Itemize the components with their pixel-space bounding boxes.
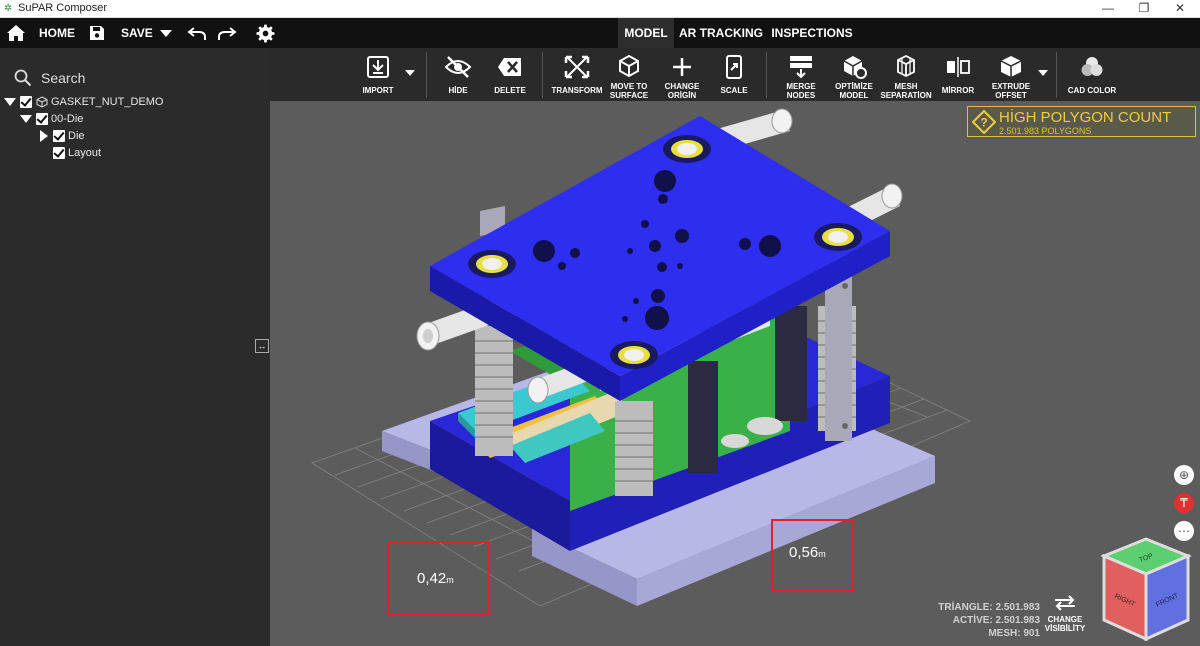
delete-icon [498, 58, 521, 76]
cad-color-icon [1081, 57, 1103, 76]
scale-button[interactable]: SCALE [712, 48, 756, 101]
hide-icon [444, 56, 472, 78]
panel-resize-handle-icon[interactable]: ↔ [255, 339, 269, 353]
mesh-count: MESH: 901 [988, 628, 1040, 639]
measurement-unit: m [818, 549, 826, 559]
measurement-label-width[interactable]: 0,42m [387, 541, 489, 616]
undo-icon[interactable] [187, 25, 207, 41]
merge-nodes-button[interactable]: MERGE NODES [778, 48, 824, 101]
scene-tree-panel: Search GASKET_NUT_DEMO 00-Die Die Layout [0, 48, 270, 646]
mirror-icon [947, 57, 970, 77]
tab-inspections[interactable]: INSPECTIONS [768, 18, 856, 48]
move-to-surface-icon [619, 54, 639, 78]
scale-icon [726, 55, 742, 79]
pin-button[interactable]: ₸ [1174, 493, 1194, 513]
visibility-checkbox[interactable] [53, 130, 65, 142]
window-title: SuPAR Composer [18, 2, 108, 14]
high-polygon-warning: ? HİGH POLYGON COUNT 2.501.983 POLYGONS [967, 106, 1196, 137]
toolbar-divider [766, 52, 767, 98]
home-icon[interactable] [6, 24, 26, 42]
window-titlebar: ✲ SuPAR Composer — ❐ ✕ [0, 0, 1200, 18]
tree-item-00-die[interactable]: 00-Die [20, 111, 260, 127]
change-visibility-button[interactable]: CHANGE VİSİBİLİTY [1043, 593, 1087, 633]
warning-diamond-icon: ? [972, 110, 996, 134]
toolbar-divider [1056, 52, 1057, 98]
measurement-label-depth[interactable]: 0,56m [771, 519, 854, 592]
delete-button[interactable]: DELETE [488, 48, 532, 101]
home-button[interactable]: HOME [39, 18, 75, 48]
measurement-value: 0,42 [417, 570, 447, 587]
active-count: ACTİVE: 2.501.983 [952, 615, 1040, 626]
search-label: Search [41, 70, 86, 86]
expand-arrow-icon[interactable] [4, 98, 16, 106]
visibility-checkbox[interactable] [20, 96, 32, 108]
search-icon [14, 69, 32, 87]
3d-viewport[interactable]: ? HİGH POLYGON COUNT 2.501.983 POLYGONS … [270, 101, 1200, 646]
tree-item-label: Layout [68, 147, 102, 159]
optimize-model-button[interactable]: OPTİMİZE MODEL [830, 48, 878, 101]
save-icon[interactable] [89, 25, 105, 41]
warning-subtitle: 2.501.983 POLYGONS [999, 126, 1092, 136]
visibility-checkbox[interactable] [53, 147, 65, 159]
expand-arrow-icon[interactable] [20, 115, 32, 123]
model-toolbar: IMPORT HİDE DELETE TRANSFORM MOVE TO SUR… [270, 48, 1200, 101]
close-button[interactable]: ✕ [1160, 0, 1200, 18]
tree-item-label: GASKET_NUT_DEMO [51, 96, 164, 108]
redo-icon[interactable] [217, 25, 237, 41]
import-dropdown-icon[interactable] [405, 70, 415, 76]
restore-button[interactable]: ❐ [1124, 0, 1164, 18]
measurement-unit: m [446, 575, 454, 585]
tab-ar-tracking[interactable]: AR TRACKING [678, 18, 764, 48]
collapse-arrow-icon[interactable] [40, 130, 48, 142]
tree-item-gasket-nut-demo[interactable]: GASKET_NUT_DEMO [4, 94, 264, 110]
app-logo-icon: ✲ [4, 3, 13, 14]
merge-nodes-icon [790, 56, 812, 79]
tree-item-die[interactable]: Die [38, 128, 258, 144]
extrude-dropdown-icon[interactable] [1038, 70, 1048, 76]
tree-item-label: Die [68, 130, 85, 142]
triangle-count: TRİANGLE: 2.501.983 [938, 602, 1040, 613]
app-topbar: HOME SAVE MODEL AR TRACKING INSPECTIONS [0, 18, 1200, 48]
change-origin-icon [673, 58, 691, 76]
settings-gear-icon[interactable] [256, 24, 275, 43]
mesh-statistics: TRİANGLE: 2.501.983 ACTİVE: 2.501.983 ME… [938, 601, 1040, 640]
cad-color-button[interactable]: CAD COLOR [1064, 48, 1120, 101]
toolbar-divider [426, 52, 427, 98]
hide-button[interactable]: HİDE [436, 48, 480, 101]
mirror-button[interactable]: MİRROR [936, 48, 980, 101]
extrude-offset-button[interactable]: EXTRUDE OFFSET [988, 48, 1034, 101]
save-button[interactable]: SAVE [121, 18, 153, 48]
globe-view-button[interactable]: ⊕ [1174, 465, 1194, 485]
measurement-value: 0,56 [789, 544, 819, 561]
warning-title: HİGH POLYGON COUNT [999, 109, 1172, 126]
optimize-model-icon [843, 56, 867, 79]
model-cube-icon [36, 96, 48, 108]
visibility-checkbox[interactable] [36, 113, 48, 125]
view-cube-icon[interactable]: TOP RIGHT FRONT [1096, 534, 1196, 644]
tree-item-label: 00-Die [51, 113, 84, 125]
save-dropdown-icon[interactable] [160, 30, 172, 37]
tab-model[interactable]: MODEL [618, 18, 674, 48]
mesh-separation-icon [897, 54, 915, 78]
change-origin-button[interactable]: CHANGE ORİGİN [660, 48, 704, 101]
tree-item-layout[interactable]: Layout [53, 145, 253, 161]
toolbar-divider [542, 52, 543, 98]
transform-icon [564, 55, 590, 79]
mesh-separation-button[interactable]: MESH SEPARATİON [878, 48, 934, 101]
svg-text:?: ? [980, 116, 987, 130]
import-button[interactable]: IMPORT [358, 48, 398, 101]
move-to-surface-button[interactable]: MOVE TO SURFACE [606, 48, 652, 101]
swap-arrows-icon [1055, 595, 1075, 611]
minimize-button[interactable]: — [1088, 0, 1128, 18]
import-icon [367, 56, 389, 78]
extrude-offset-icon [1000, 56, 1022, 77]
transform-button[interactable]: TRANSFORM [548, 48, 606, 101]
